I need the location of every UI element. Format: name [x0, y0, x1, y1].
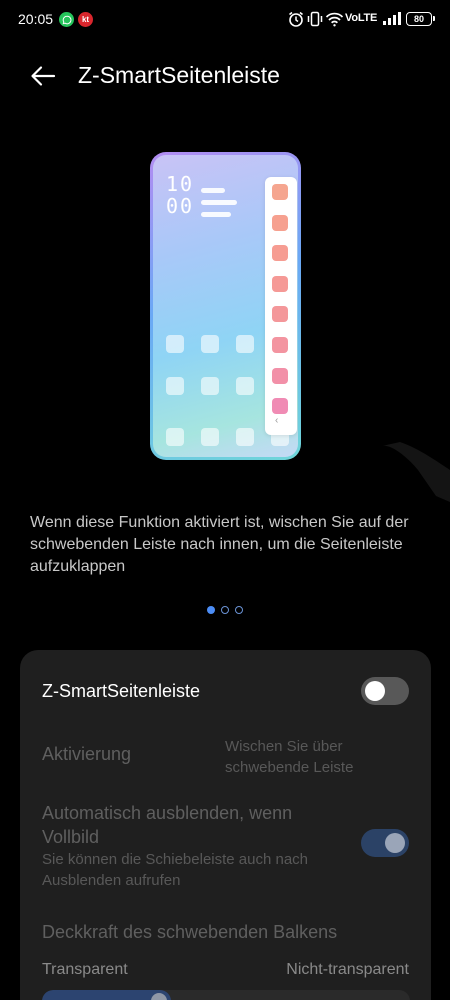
back-arrow-icon[interactable]	[28, 61, 58, 91]
settings-card: Z-SmartSeitenleiste Aktivierung Wischen …	[20, 650, 431, 1000]
opacity-min-label: Transparent	[42, 961, 128, 978]
widget-line	[201, 212, 231, 217]
wifi-icon	[325, 12, 344, 27]
vibrate-icon	[307, 11, 323, 27]
volte-label: VoLTE	[345, 12, 378, 24]
clock-hour: 10	[166, 172, 195, 196]
opacity-slider[interactable]	[42, 990, 410, 1000]
sidebar-app-icon	[272, 215, 288, 231]
swipe-hand-icon	[382, 442, 450, 502]
toggle-knob	[365, 681, 385, 701]
page-title: Z-SmartSeitenleiste	[78, 62, 280, 88]
status-bar: 20:05 kt VoLTE 80	[0, 0, 450, 40]
alarm-icon	[289, 11, 303, 27]
page-dot-active[interactable]	[207, 606, 215, 614]
app-icon	[236, 335, 254, 353]
widget-line	[201, 200, 237, 205]
clock-minute: 00	[166, 194, 195, 218]
kt-icon: kt	[78, 12, 93, 27]
battery-icon: 80	[406, 12, 435, 26]
opacity-label: Deckkraft des schwebenden Balkens	[42, 922, 338, 942]
sidebar-app-icon	[272, 184, 288, 200]
app-icon	[201, 377, 219, 395]
phone-screen: 10 00 ‹	[153, 155, 298, 457]
auto-hide-label: Automatisch ausblenden, wenn Vollbild	[42, 803, 293, 847]
main-toggle-switch[interactable]	[361, 677, 409, 705]
auto-hide-sublabel: Sie können die Schiebeleiste auch nach A…	[42, 851, 309, 889]
app-icon	[201, 428, 219, 446]
auto-hide-toggle[interactable]	[361, 829, 409, 857]
activation-label: Aktivierung	[42, 744, 132, 764]
chevron-left-icon: ‹	[275, 415, 279, 426]
feature-illustration: 10 00 ‹	[150, 152, 301, 460]
sidebar-app-icon	[272, 368, 288, 384]
toggle-knob	[385, 833, 405, 853]
app-icon	[166, 377, 184, 395]
signal-icon	[383, 12, 401, 25]
sidebar-app-icon	[272, 276, 288, 292]
app-icon	[166, 335, 184, 353]
app-icon	[236, 377, 254, 395]
opacity-max-label: Nicht-transparent	[286, 961, 409, 978]
sidebar-app-icon	[272, 306, 288, 322]
app-icon	[236, 428, 254, 446]
sidebar-app-icon	[272, 337, 288, 353]
sidebar-app-icon	[272, 245, 288, 261]
activation-value: Wischen Sie über schwebende Leiste	[225, 738, 354, 776]
page-indicator	[207, 606, 243, 614]
whatsapp-icon	[59, 12, 74, 27]
status-time: 20:05	[18, 11, 54, 27]
widget-line	[201, 188, 225, 193]
app-icon	[201, 335, 219, 353]
main-toggle-label: Z-SmartSeitenleiste	[42, 681, 201, 701]
app-icon	[166, 428, 184, 446]
illustration-clock: 10 00	[166, 173, 194, 217]
illustration-sidebar: ‹	[265, 177, 297, 435]
sidebar-app-icon	[272, 398, 288, 414]
page-dot[interactable]	[221, 606, 229, 614]
page-dot[interactable]	[235, 606, 243, 614]
feature-description: Wenn diese Funktion aktiviert ist, wisch…	[30, 514, 409, 575]
